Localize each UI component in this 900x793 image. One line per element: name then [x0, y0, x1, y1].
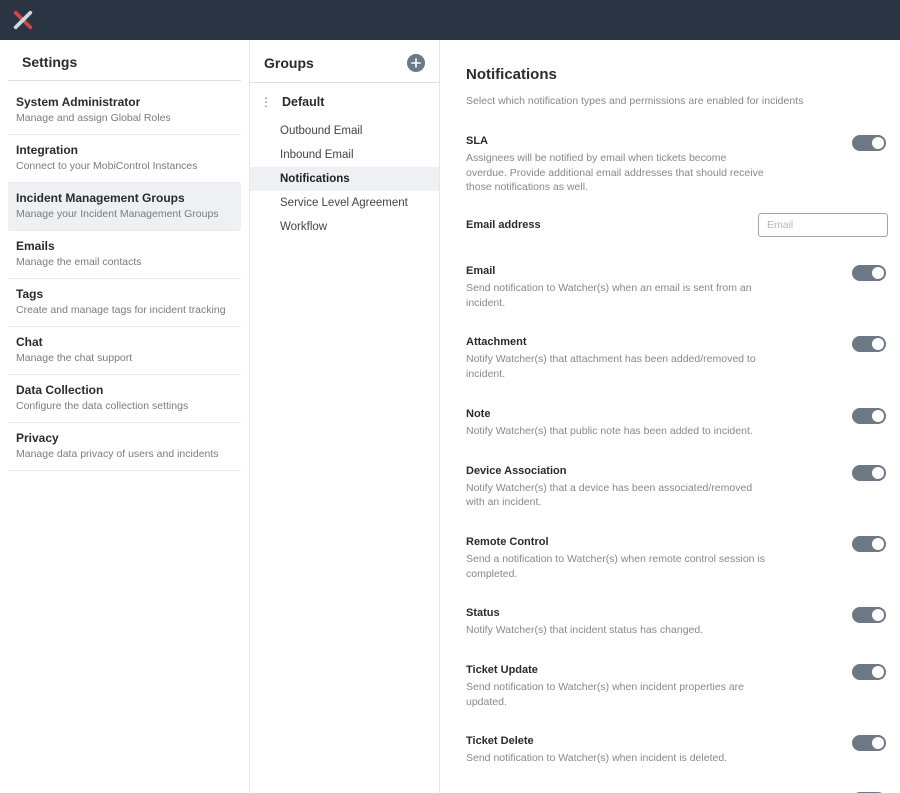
nav-item-desc: Create and manage tags for incident trac…	[16, 304, 233, 316]
notif-row-remote-control: Remote Control Send a notification to Wa…	[466, 536, 892, 581]
notif-row-ticket-delete: Ticket Delete Send notification to Watch…	[466, 735, 892, 766]
notif-title: Status	[466, 607, 703, 619]
plus-icon	[411, 58, 421, 68]
nav-item-title: System Administrator	[16, 95, 233, 109]
notif-desc: Notify Watcher(s) that incident status h…	[466, 623, 703, 638]
nav-item-title: Incident Management Groups	[16, 191, 233, 205]
nav-item-title: Tags	[16, 287, 233, 301]
nav-item-privacy[interactable]: Privacy Manage data privacy of users and…	[8, 423, 241, 471]
main-content: Notifications Select which notification …	[440, 40, 900, 793]
nav-item-desc: Manage the email contacts	[16, 256, 233, 268]
add-group-button[interactable]	[407, 54, 425, 72]
nav-item-title: Data Collection	[16, 383, 233, 397]
nav-item-chat[interactable]: Chat Manage the chat support	[8, 327, 241, 375]
group-name-label: Default	[282, 95, 324, 109]
toggle-sla[interactable]	[852, 135, 886, 151]
notif-title: Device Association	[466, 465, 766, 477]
toggle-ticket-delete[interactable]	[852, 735, 886, 751]
subitem-inbound-email[interactable]: Inbound Email	[250, 143, 439, 167]
nav-item-integration[interactable]: Integration Connect to your MobiControl …	[8, 135, 241, 183]
nav-item-desc: Manage the chat support	[16, 352, 233, 364]
notif-desc: Notify Watcher(s) that attachment has be…	[466, 352, 766, 381]
groups-header: Groups	[250, 50, 439, 83]
nav-item-desc: Manage data privacy of users and inciden…	[16, 448, 233, 460]
nav-item-desc: Manage your Incident Management Groups	[16, 208, 233, 220]
email-address-row: Email address	[466, 213, 892, 237]
subitem-outbound-email[interactable]: Outbound Email	[250, 119, 439, 143]
page-title: Notifications	[466, 66, 892, 83]
notif-row-ticket-update: Ticket Update Send notification to Watch…	[466, 664, 892, 709]
subitem-workflow[interactable]: Workflow	[250, 215, 439, 239]
notif-title: Remote Control	[466, 536, 766, 548]
toggle-ticket-update[interactable]	[852, 664, 886, 680]
notif-desc: Send notification to Watcher(s) when inc…	[466, 751, 727, 766]
nav-item-desc: Configure the data collection settings	[16, 400, 233, 412]
group-subitems: Outbound Email Inbound Email Notificatio…	[250, 115, 439, 243]
groups-heading: Groups	[264, 55, 314, 71]
nav-item-incident-management-groups[interactable]: Incident Management Groups Manage your I…	[8, 183, 241, 231]
nav-item-emails[interactable]: Emails Manage the email contacts	[8, 231, 241, 279]
group-row-default[interactable]: ⋮ Default	[250, 89, 439, 115]
subitem-sla[interactable]: Service Level Agreement	[250, 191, 439, 215]
settings-heading: Settings	[8, 40, 241, 81]
notif-desc: Notify Watcher(s) that a device has been…	[466, 481, 766, 510]
notif-title: Ticket Update	[466, 664, 766, 676]
notif-title: Ticket Delete	[466, 735, 727, 747]
toggle-device-association[interactable]	[852, 465, 886, 481]
nav-item-tags[interactable]: Tags Create and manage tags for incident…	[8, 279, 241, 327]
notif-row-status: Status Notify Watcher(s) that incident s…	[466, 607, 892, 638]
toggle-email[interactable]	[852, 265, 886, 281]
notif-desc: Notify Watcher(s) that public note has b…	[466, 424, 753, 439]
nav-item-title: Privacy	[16, 431, 233, 445]
more-menu-icon[interactable]: ⋮	[260, 95, 272, 109]
subitem-notifications[interactable]: Notifications	[250, 167, 439, 191]
settings-sidebar: Settings System Administrator Manage and…	[0, 40, 250, 793]
email-input[interactable]	[758, 213, 888, 237]
notif-row-note: Note Notify Watcher(s) that public note …	[466, 408, 892, 439]
notif-desc: Send notification to Watcher(s) when inc…	[466, 680, 766, 709]
notif-title: Note	[466, 408, 753, 420]
nav-item-title: Integration	[16, 143, 233, 157]
email-label: Email address	[466, 219, 541, 231]
nav-item-desc: Connect to your MobiControl Instances	[16, 160, 233, 172]
nav-item-data-collection[interactable]: Data Collection Configure the data colle…	[8, 375, 241, 423]
notif-row-email: Email Send notification to Watcher(s) wh…	[466, 265, 892, 310]
nav-item-desc: Manage and assign Global Roles	[16, 112, 233, 124]
toggle-status[interactable]	[852, 607, 886, 623]
notif-desc: Assignees will be notified by email when…	[466, 151, 766, 195]
notif-desc: Send a notification to Watcher(s) when r…	[466, 552, 766, 581]
notif-desc: Send notification to Watcher(s) when an …	[466, 281, 766, 310]
nav-item-title: Chat	[16, 335, 233, 349]
notif-title: SLA	[466, 135, 766, 147]
notif-title: Email	[466, 265, 766, 277]
notif-row-sla: SLA Assignees will be notified by email …	[466, 135, 892, 195]
settings-nav-list: System Administrator Manage and assign G…	[0, 81, 249, 477]
page-description: Select which notification types and perm…	[466, 95, 892, 107]
toggle-note[interactable]	[852, 408, 886, 424]
notif-row-attachment: Attachment Notify Watcher(s) that attach…	[466, 336, 892, 381]
top-bar	[0, 0, 900, 40]
notif-title: Attachment	[466, 336, 766, 348]
groups-panel: Groups ⋮ Default Outbound Email Inbound …	[250, 40, 440, 793]
nav-item-system-administrator[interactable]: System Administrator Manage and assign G…	[8, 87, 241, 135]
nav-item-title: Emails	[16, 239, 233, 253]
app-logo-icon	[12, 9, 34, 31]
notif-row-device-association: Device Association Notify Watcher(s) tha…	[466, 465, 892, 510]
toggle-remote-control[interactable]	[852, 536, 886, 552]
toggle-attachment[interactable]	[852, 336, 886, 352]
